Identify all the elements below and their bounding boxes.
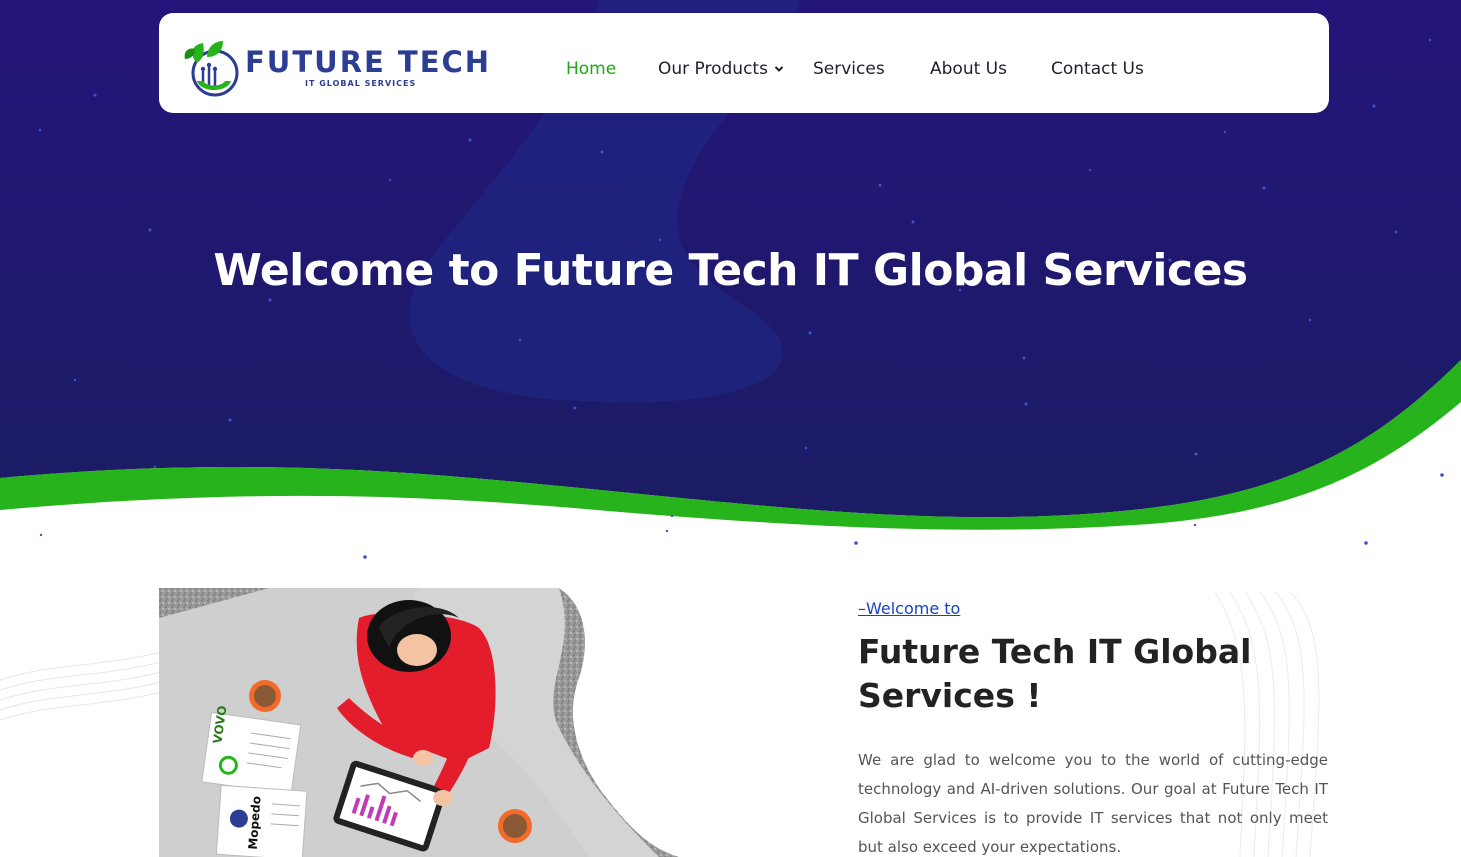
nav-contact-us[interactable]: Contact Us bbox=[1051, 59, 1144, 79]
nav-about-us[interactable]: About Us bbox=[930, 59, 1007, 79]
leaf-circuit-icon bbox=[184, 41, 239, 97]
brand-tagline: IT GLOBAL SERVICES bbox=[305, 79, 417, 88]
about-description: We are glad to welcome you to the world … bbox=[858, 751, 1328, 856]
nav-our-products[interactable]: Our Products bbox=[658, 59, 784, 79]
about-section: –Welcome to Future Tech IT Global Servic… bbox=[858, 596, 1328, 857]
welcome-kicker-link[interactable]: –Welcome to bbox=[858, 599, 960, 618]
navbar: FUTURE TECH IT GLOBAL SERVICES Home Our … bbox=[159, 13, 1329, 113]
nav-home[interactable]: Home bbox=[566, 59, 616, 79]
about-title: Future Tech IT Global Services ! bbox=[858, 632, 1252, 715]
brand-name: FUTURE TECH bbox=[245, 45, 492, 79]
chevron-down-icon bbox=[774, 66, 784, 72]
hero-title: Welcome to Future Tech IT Global Service… bbox=[213, 245, 1248, 296]
nav-our-products-label: Our Products bbox=[658, 59, 768, 79]
nav-services[interactable]: Services bbox=[813, 59, 885, 79]
person-working-at-desk-illustration: VOVO Mopedo bbox=[159, 588, 679, 857]
brand-logo[interactable]: FUTURE TECH IT GLOBAL SERVICES bbox=[181, 37, 489, 99]
